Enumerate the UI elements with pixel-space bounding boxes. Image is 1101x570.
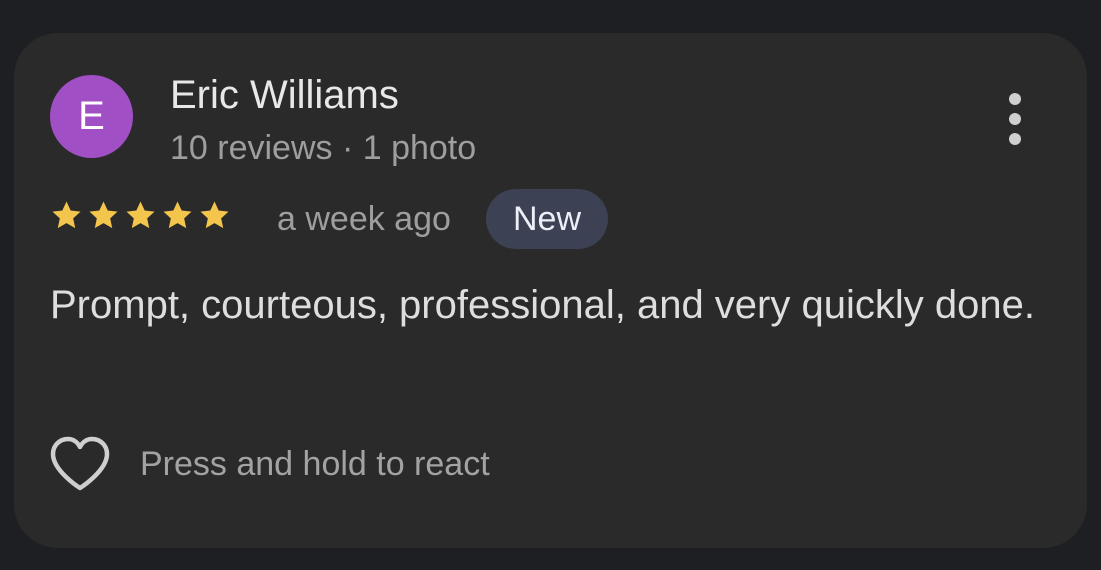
star-icon <box>198 199 231 232</box>
author-meta: 10 reviews · 1 photo <box>170 129 477 167</box>
heart-outline-icon <box>50 436 110 491</box>
avatar[interactable]: E <box>50 75 133 158</box>
more-options-button[interactable] <box>994 89 1036 149</box>
review-text: Prompt, courteous, professional, and ver… <box>50 283 1035 327</box>
react-hint[interactable]: Press and hold to react <box>140 443 490 485</box>
more-vert-icon <box>1009 93 1021 145</box>
star-icon <box>161 199 194 232</box>
react-button[interactable] <box>48 435 112 495</box>
review-card: E Eric Williams 10 reviews · 1 photo a w… <box>14 33 1087 548</box>
star-rating <box>50 199 231 232</box>
star-icon <box>87 199 120 232</box>
new-badge: New <box>486 189 608 249</box>
star-icon <box>124 199 157 232</box>
review-time: a week ago <box>277 200 451 238</box>
star-icon <box>50 199 83 232</box>
author-name[interactable]: Eric Williams <box>170 71 399 119</box>
